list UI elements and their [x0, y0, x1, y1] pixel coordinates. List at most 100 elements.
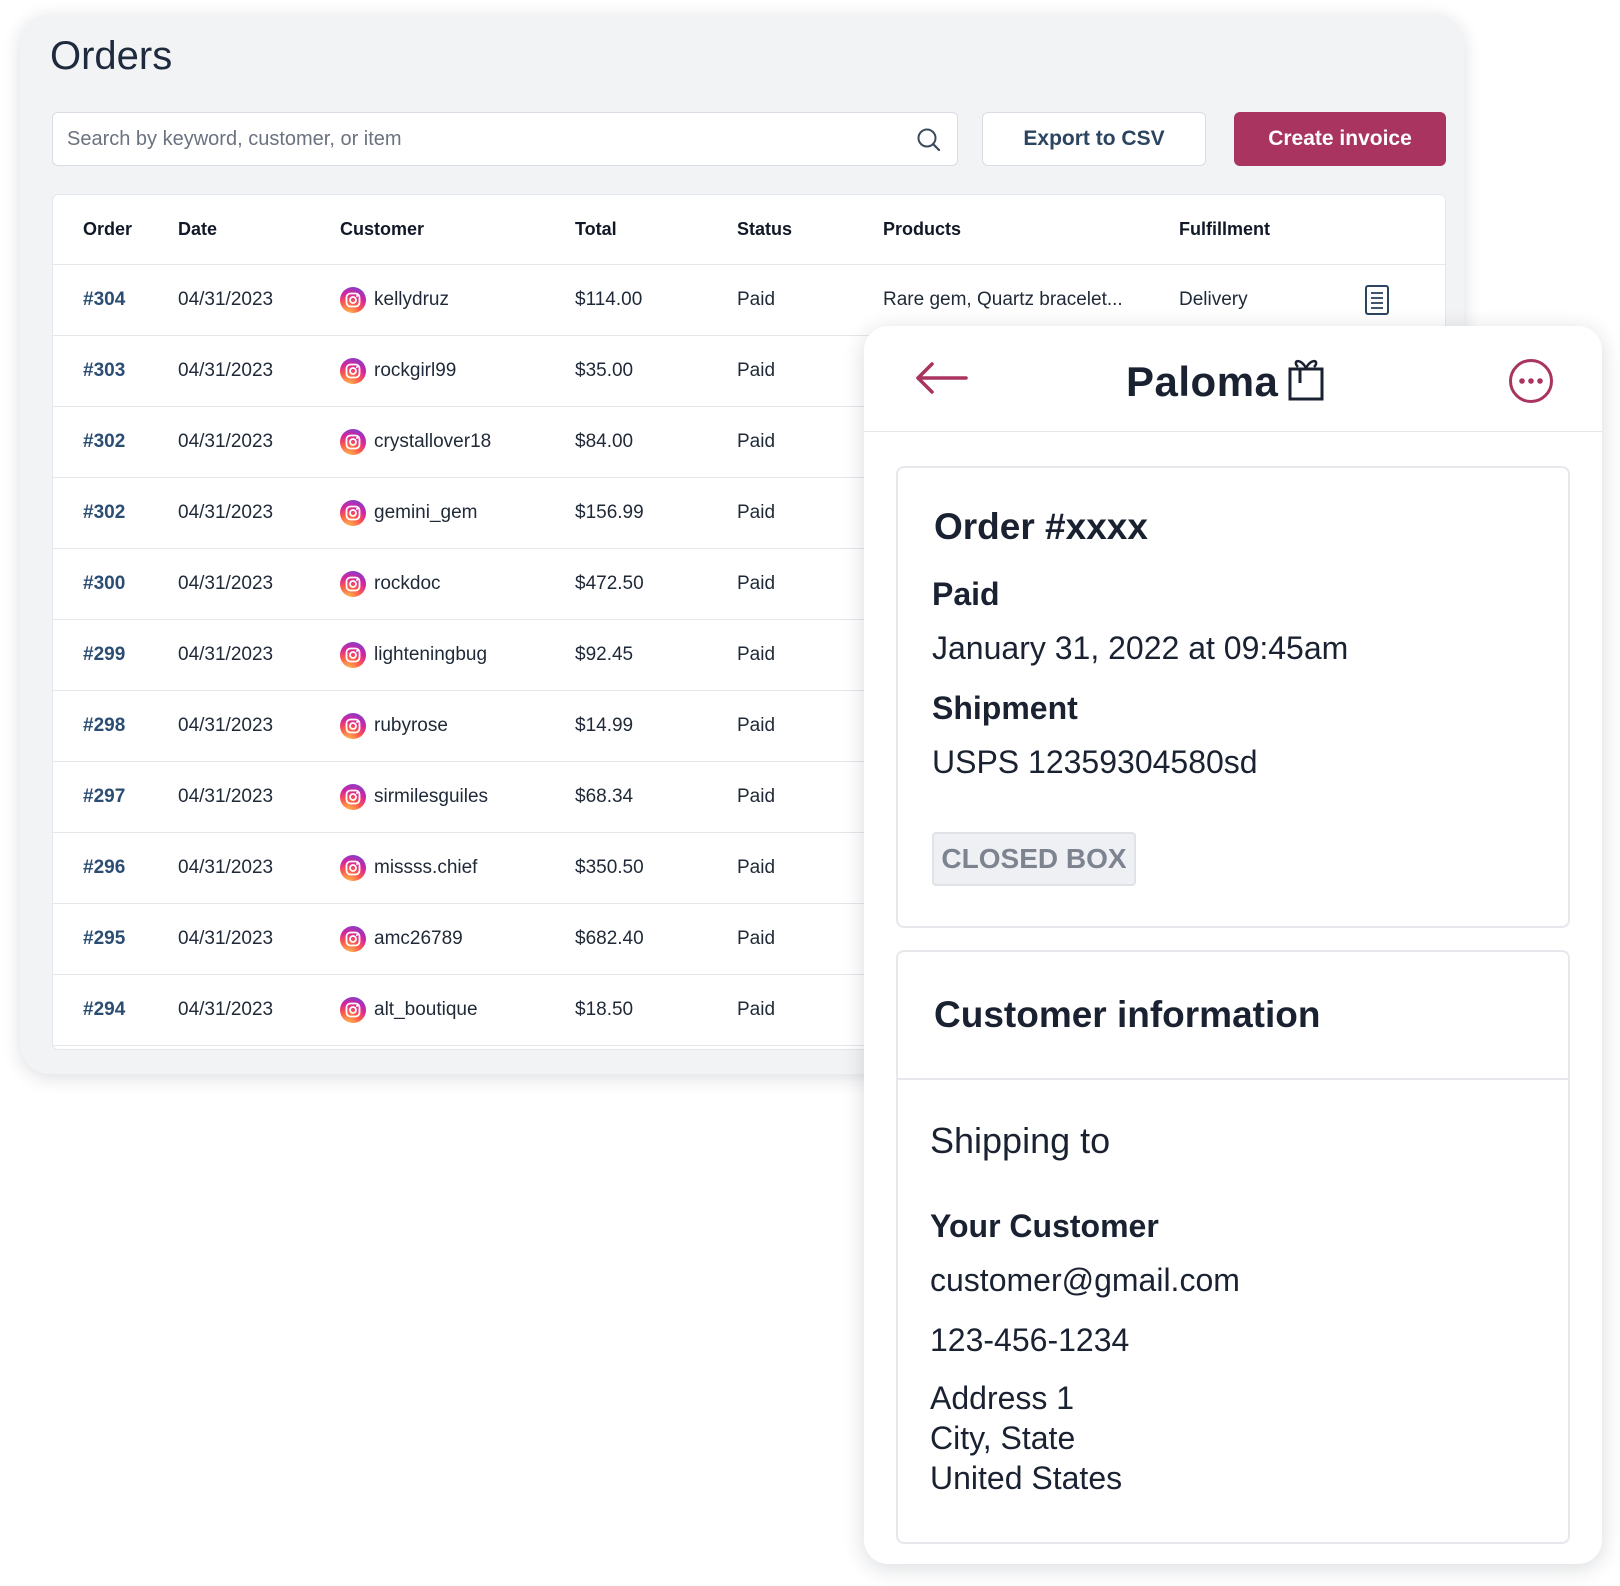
customer-handle: kellydruz [374, 289, 449, 310]
customer-cell[interactable]: missss.chief [340, 833, 477, 903]
table-header: Order Date Customer Total Status Product… [53, 195, 1445, 265]
customer-cell[interactable]: sirmilesguiles [340, 762, 488, 832]
order-link[interactable]: #300 [83, 549, 125, 619]
order-link[interactable]: #298 [83, 691, 125, 761]
order-status: Paid [737, 360, 776, 381]
order-link[interactable]: #295 [83, 904, 125, 974]
order-status: Paid [737, 857, 776, 878]
document-icon[interactable] [1363, 265, 1391, 335]
instagram-icon [340, 997, 366, 1023]
customer-handle: rubyrose [374, 715, 448, 736]
column-header-fulfillment[interactable]: Fulfillment [1179, 195, 1270, 264]
customer-handle: crystallover18 [374, 431, 492, 452]
customer-phone: 123-456-1234 [930, 1322, 1130, 1358]
instagram-icon [340, 358, 366, 384]
column-header-date[interactable]: Date [178, 195, 217, 264]
customer-cell[interactable]: rubyrose [340, 691, 448, 761]
customer-info-header: Customer information [898, 952, 1568, 1080]
customer-cell[interactable]: rockdoc [340, 549, 441, 619]
order-date: 04/31/2023 [178, 573, 274, 594]
order-link[interactable]: #296 [83, 833, 125, 903]
column-header-customer[interactable]: Customer [340, 195, 424, 264]
search-icon[interactable] [915, 126, 943, 154]
order-fulfillment: Delivery [1179, 289, 1248, 310]
instagram-icon [340, 855, 366, 881]
customer-handle: rockdoc [374, 573, 441, 594]
order-link[interactable]: #304 [83, 265, 125, 335]
order-total: $682.40 [575, 928, 644, 949]
order-link[interactable]: #303 [83, 336, 125, 406]
order-link[interactable]: #302 [83, 478, 125, 548]
payment-status-label: Paid [932, 576, 1000, 612]
column-header-status[interactable]: Status [737, 195, 792, 264]
order-summary-card: Order #xxxx Paid January 31, 2022 at 09:… [896, 466, 1570, 928]
customer-cell[interactable]: alt_boutique [340, 975, 478, 1045]
order-total: $68.34 [575, 786, 634, 807]
address-line-1: Address 1 [930, 1380, 1075, 1416]
export-csv-button[interactable]: Export to CSV [982, 112, 1206, 166]
order-date: 04/31/2023 [178, 715, 274, 736]
customer-cell[interactable]: kellydruz [340, 265, 449, 335]
order-date: 04/31/2023 [178, 644, 274, 665]
customer-info-title: Customer information [934, 994, 1321, 1035]
order-total: $18.50 [575, 999, 634, 1020]
order-link[interactable]: #302 [83, 407, 125, 477]
column-header-products[interactable]: Products [883, 195, 961, 264]
customer-name: Your Customer [930, 1208, 1159, 1244]
customer-handle: missss.chief [374, 857, 478, 878]
order-status: Paid [737, 715, 776, 736]
customer-handle: amc26789 [374, 928, 463, 949]
order-status: Paid [737, 644, 776, 665]
instagram-icon [340, 287, 366, 313]
shipping-to-label: Shipping to [930, 1120, 1111, 1161]
order-date: 04/31/2023 [178, 289, 274, 310]
shipment-label: Shipment [932, 690, 1078, 726]
order-status: Paid [737, 999, 776, 1020]
customer-info-card: Customer information Shipping to Your Cu… [896, 950, 1570, 1544]
order-date: 04/31/2023 [178, 786, 274, 807]
customer-cell[interactable]: amc26789 [340, 904, 463, 974]
order-date: 04/31/2023 [178, 431, 274, 452]
more-options-icon[interactable] [1508, 358, 1554, 404]
order-date: 04/31/2023 [178, 999, 274, 1020]
order-date: 04/31/2023 [178, 502, 274, 523]
search-input[interactable] [53, 113, 957, 165]
order-status: Paid [737, 289, 776, 310]
customer-handle: rockgirl99 [374, 360, 457, 381]
customer-cell[interactable]: rockgirl99 [340, 336, 456, 406]
order-total: $114.00 [575, 289, 643, 310]
order-detail-panel: Paloma Order #xxxx Paid January 31, 2022… [864, 326, 1602, 1564]
order-products: Rare gem, Quartz bracelet... [883, 289, 1123, 310]
customer-handle: alt_boutique [374, 999, 478, 1020]
gift-bag-icon [1288, 359, 1324, 401]
instagram-icon [340, 642, 366, 668]
order-status: Paid [737, 786, 776, 807]
order-link[interactable]: #297 [83, 762, 125, 832]
closed-box-badge: CLOSED BOX [932, 832, 1136, 886]
order-link[interactable]: #294 [83, 975, 125, 1045]
order-date: 04/31/2023 [178, 857, 274, 878]
customer-handle: gemini_gem [374, 502, 478, 523]
instagram-icon [340, 429, 366, 455]
search-box[interactable] [52, 112, 958, 166]
order-status: Paid [737, 928, 776, 949]
order-status: Paid [737, 502, 776, 523]
customer-cell[interactable]: crystallover18 [340, 407, 491, 477]
order-total: $156.99 [575, 502, 644, 523]
customer-cell[interactable]: lighteningbug [340, 620, 487, 690]
column-header-order[interactable]: Order [83, 195, 132, 264]
instagram-icon [340, 571, 366, 597]
order-link[interactable]: #299 [83, 620, 125, 690]
order-date: 04/31/2023 [178, 360, 274, 381]
customer-cell[interactable]: gemini_gem [340, 478, 478, 548]
create-invoice-button[interactable]: Create invoice [1234, 112, 1446, 166]
customer-handle: lighteningbug [374, 644, 488, 665]
column-header-total[interactable]: Total [575, 195, 617, 264]
order-status: Paid [737, 431, 776, 452]
payment-date: January 31, 2022 at 09:45am [932, 630, 1349, 666]
arrow-left-icon[interactable] [914, 358, 970, 398]
order-title: Order #xxxx [934, 506, 1148, 547]
instagram-icon [340, 500, 366, 526]
panel-header: Paloma [864, 326, 1602, 432]
shipment-tracking: USPS 12359304580sd [932, 744, 1258, 780]
